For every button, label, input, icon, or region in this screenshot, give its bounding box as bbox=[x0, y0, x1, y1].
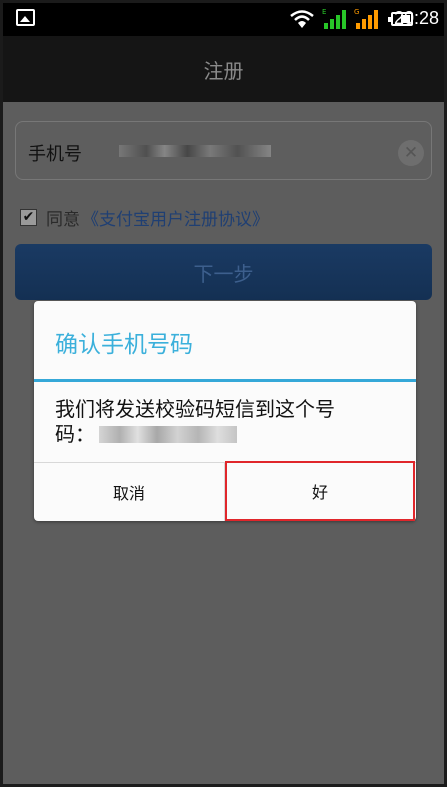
clear-icon[interactable]: ✕ bbox=[398, 140, 424, 166]
page-title: 注册 bbox=[203, 58, 244, 83]
title-bar: 注册 bbox=[3, 36, 444, 102]
phone-input[interactable]: 手机号 ✕ bbox=[15, 121, 432, 180]
masked-phone-number bbox=[99, 426, 237, 443]
phone-screen: E G 20:28 注册 手机号 ✕ ✔ 同意 《支付宝用户注册协议》 下一步 … bbox=[0, 0, 447, 787]
dialog-message: 我们将发送校验码短信到这个号 码： bbox=[55, 397, 400, 447]
svg-text:E: E bbox=[322, 8, 326, 16]
ok-button[interactable]: 好 bbox=[225, 461, 415, 521]
svg-text:G: G bbox=[354, 8, 359, 16]
agree-prefix: 同意 bbox=[46, 209, 80, 230]
confirm-dialog: 确认手机号码 我们将发送校验码短信到这个号 码： 取消 好 bbox=[34, 301, 416, 521]
dialog-message-prefix: 码： bbox=[55, 422, 95, 446]
next-button[interactable]: 下一步 bbox=[15, 244, 432, 300]
signal-icon: E bbox=[322, 8, 346, 29]
agree-checkbox[interactable]: ✔ bbox=[20, 208, 37, 226]
dialog-message-line1: 我们将发送校验码短信到这个号 bbox=[55, 397, 335, 421]
dialog-message-line2: 码： bbox=[55, 422, 400, 447]
phone-label: 手机号 bbox=[28, 144, 82, 165]
masked-phone-number bbox=[119, 145, 271, 157]
wifi-icon bbox=[290, 10, 314, 28]
dialog-title: 确认手机号码 bbox=[55, 332, 193, 358]
gallery-icon bbox=[16, 9, 35, 26]
status-time: 20:28 bbox=[393, 8, 439, 28]
status-bar: E G 20:28 bbox=[3, 3, 444, 36]
dialog-title-divider bbox=[34, 379, 416, 382]
cancel-button[interactable]: 取消 bbox=[34, 463, 224, 521]
agreement-link[interactable]: 《支付宝用户注册协议》 bbox=[82, 205, 269, 230]
agreement-row: ✔ 同意 《支付宝用户注册协议》 bbox=[20, 205, 269, 230]
